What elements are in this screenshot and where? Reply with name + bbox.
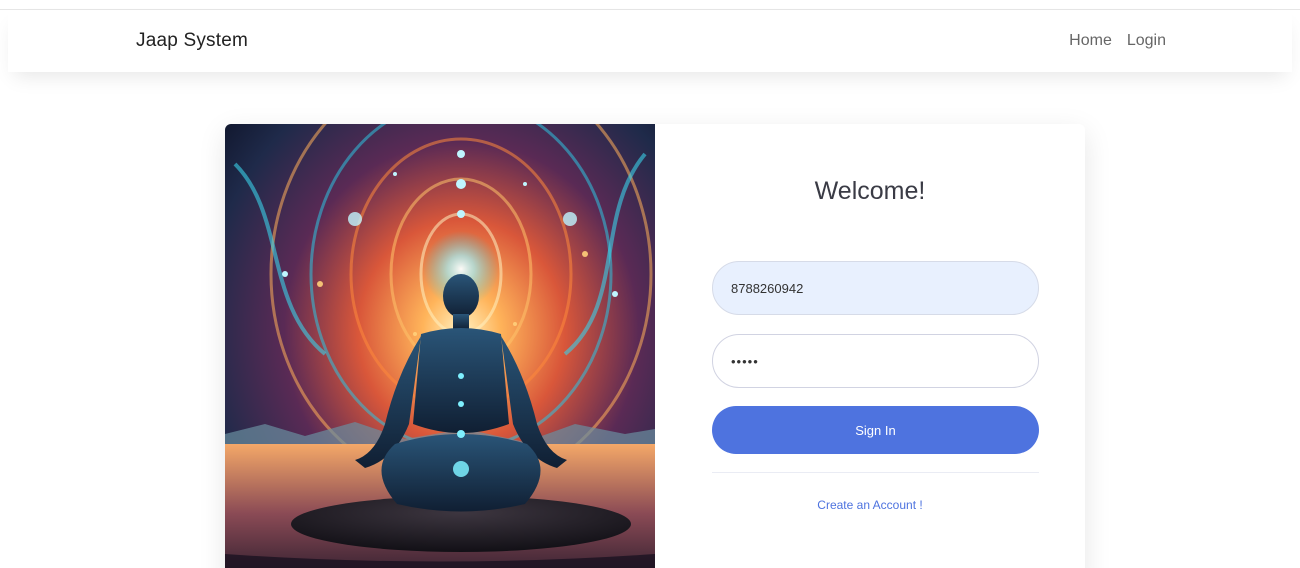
meditation-illustration [225, 124, 655, 568]
password-input[interactable] [712, 334, 1039, 388]
create-account-link[interactable]: Create an Account ! [655, 498, 1085, 512]
phone-input[interactable] [712, 261, 1039, 315]
sign-in-button[interactable]: Sign In [712, 406, 1039, 454]
meditation-image [225, 124, 655, 568]
form-divider [712, 472, 1039, 473]
login-form: Welcome! Sign In Create an Account ! [655, 124, 1085, 568]
nav-links: Home Login [1069, 32, 1166, 50]
nav-link-home[interactable]: Home [1069, 32, 1112, 50]
brand-link[interactable]: Jaap System [136, 30, 248, 52]
page-title: Welcome! [814, 177, 926, 205]
login-page: Jaap System Home Login Welcome! 87882609… [0, 0, 1300, 568]
nav-link-login[interactable]: Login [1127, 32, 1166, 50]
navbar: Jaap System Home Login [8, 10, 1292, 72]
login-card: Welcome! Sign In Create an Account ! [225, 124, 1085, 568]
